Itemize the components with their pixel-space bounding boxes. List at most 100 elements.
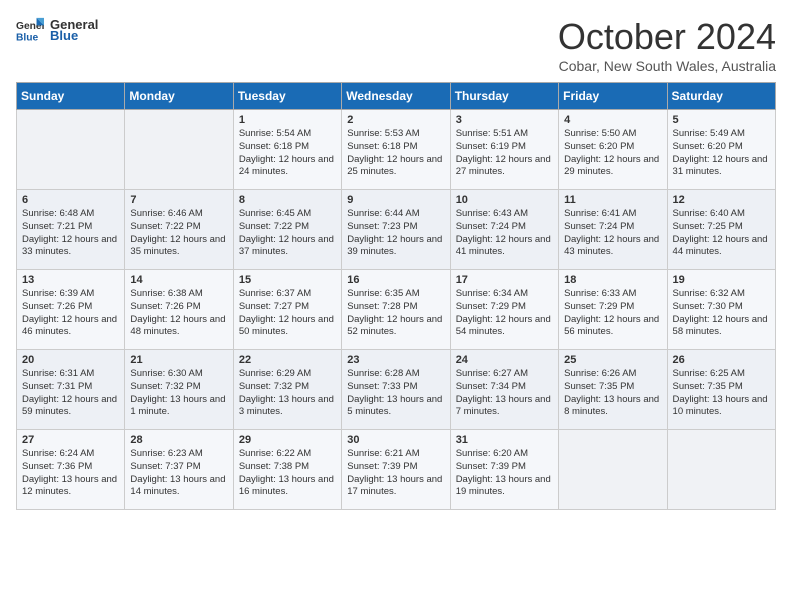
calendar-cell: 10 Sunrise: 6:43 AM Sunset: 7:24 PM Dayli…: [450, 190, 558, 270]
cell-content: Sunrise: 5:54 AM Sunset: 6:18 PM Dayligh…: [239, 128, 336, 179]
cell-content: Sunrise: 6:35 AM Sunset: 7:28 PM Dayligh…: [347, 288, 444, 339]
location-subtitle: Cobar, New South Wales, Australia: [558, 58, 776, 74]
day-number: 26: [673, 354, 770, 366]
cell-content: Sunrise: 6:40 AM Sunset: 7:25 PM Dayligh…: [673, 208, 770, 259]
day-number: 7: [130, 194, 227, 206]
cell-content: Sunrise: 6:48 AM Sunset: 7:21 PM Dayligh…: [22, 208, 119, 259]
calendar-cell: 23Sunrise: 6:28 AM Sunset: 7:33 PM Dayli…: [342, 350, 450, 430]
calendar-cell: 9 Sunrise: 6:44 AM Sunset: 7:23 PM Daylig…: [342, 190, 450, 270]
calendar-week-row: 1 Sunrise: 5:54 AM Sunset: 6:18 PM Daylig…: [17, 110, 776, 190]
calendar-cell: 1 Sunrise: 5:54 AM Sunset: 6:18 PM Daylig…: [233, 110, 341, 190]
cell-content: Sunrise: 5:50 AM Sunset: 6:20 PM Dayligh…: [564, 128, 661, 179]
calendar-cell: 5 Sunrise: 5:49 AM Sunset: 6:20 PM Daylig…: [667, 110, 775, 190]
cell-content: Sunrise: 6:26 AM Sunset: 7:35 PM Dayligh…: [564, 368, 661, 419]
calendar-cell: 21Sunrise: 6:30 AM Sunset: 7:32 PM Dayli…: [125, 350, 233, 430]
col-header-tuesday: Tuesday: [233, 83, 341, 110]
calendar-cell: 4 Sunrise: 5:50 AM Sunset: 6:20 PM Daylig…: [559, 110, 667, 190]
calendar-cell: 2Sunrise: 5:53 AM Sunset: 6:18 PM Daylig…: [342, 110, 450, 190]
month-title: October 2024: [558, 16, 776, 58]
day-number: 22: [239, 354, 336, 366]
day-number: 18: [564, 274, 661, 286]
day-number: 3: [456, 114, 553, 126]
calendar-cell: 28 Sunrise: 6:23 AM Sunset: 7:37 PM Dayli…: [125, 430, 233, 510]
calendar-cell: 8 Sunrise: 6:45 AM Sunset: 7:22 PM Daylig…: [233, 190, 341, 270]
calendar-cell: 31 Sunrise: 6:20 AM Sunset: 7:39 PM Dayli…: [450, 430, 558, 510]
day-number: 15: [239, 274, 336, 286]
calendar-cell: 26Sunrise: 6:25 AM Sunset: 7:35 PM Dayli…: [667, 350, 775, 430]
calendar-cell: [17, 110, 125, 190]
calendar-cell: 24Sunrise: 6:27 AM Sunset: 7:34 PM Dayli…: [450, 350, 558, 430]
calendar-cell: 22 Sunrise: 6:29 AM Sunset: 7:32 PM Dayli…: [233, 350, 341, 430]
calendar-week-row: 20 Sunrise: 6:31 AM Sunset: 7:31 PM Dayli…: [17, 350, 776, 430]
cell-content: Sunrise: 6:28 AM Sunset: 7:33 PM Dayligh…: [347, 368, 444, 419]
col-header-monday: Monday: [125, 83, 233, 110]
calendar-cell: [667, 430, 775, 510]
day-number: 12: [673, 194, 770, 206]
cell-content: Sunrise: 6:39 AM Sunset: 7:26 PM Dayligh…: [22, 288, 119, 339]
cell-content: Sunrise: 6:44 AM Sunset: 7:23 PM Dayligh…: [347, 208, 444, 259]
calendar-cell: 16 Sunrise: 6:35 AM Sunset: 7:28 PM Dayli…: [342, 270, 450, 350]
calendar-cell: 12 Sunrise: 6:40 AM Sunset: 7:25 PM Dayli…: [667, 190, 775, 270]
title-block: October 2024 Cobar, New South Wales, Aus…: [558, 16, 776, 74]
day-number: 2: [347, 114, 444, 126]
cell-content: Sunrise: 6:43 AM Sunset: 7:24 PM Dayligh…: [456, 208, 553, 259]
col-header-wednesday: Wednesday: [342, 83, 450, 110]
cell-content: Sunrise: 6:33 AM Sunset: 7:29 PM Dayligh…: [564, 288, 661, 339]
calendar-cell: [125, 110, 233, 190]
cell-content: Sunrise: 6:29 AM Sunset: 7:32 PM Dayligh…: [239, 368, 336, 419]
day-number: 4: [564, 114, 661, 126]
calendar-week-row: 13 Sunrise: 6:39 AM Sunset: 7:26 PM Dayli…: [17, 270, 776, 350]
day-number: 1: [239, 114, 336, 126]
cell-content: Sunrise: 5:51 AM Sunset: 6:19 PM Dayligh…: [456, 128, 553, 179]
day-number: 11: [564, 194, 661, 206]
calendar-cell: 20 Sunrise: 6:31 AM Sunset: 7:31 PM Dayli…: [17, 350, 125, 430]
calendar-body: 1 Sunrise: 5:54 AM Sunset: 6:18 PM Daylig…: [17, 110, 776, 510]
day-number: 9: [347, 194, 444, 206]
day-number: 20: [22, 354, 119, 366]
col-header-saturday: Saturday: [667, 83, 775, 110]
cell-content: Sunrise: 6:34 AM Sunset: 7:29 PM Dayligh…: [456, 288, 553, 339]
col-header-thursday: Thursday: [450, 83, 558, 110]
calendar-week-row: 6 Sunrise: 6:48 AM Sunset: 7:21 PM Daylig…: [17, 190, 776, 270]
day-number: 10: [456, 194, 553, 206]
calendar-cell: 30Sunrise: 6:21 AM Sunset: 7:39 PM Dayli…: [342, 430, 450, 510]
calendar-table: SundayMondayTuesdayWednesdayThursdayFrid…: [16, 82, 776, 510]
day-number: 14: [130, 274, 227, 286]
calendar-cell: 27Sunrise: 6:24 AM Sunset: 7:36 PM Dayli…: [17, 430, 125, 510]
cell-content: Sunrise: 6:31 AM Sunset: 7:31 PM Dayligh…: [22, 368, 119, 419]
calendar-cell: 14Sunrise: 6:38 AM Sunset: 7:26 PM Dayli…: [125, 270, 233, 350]
cell-content: Sunrise: 6:41 AM Sunset: 7:24 PM Dayligh…: [564, 208, 661, 259]
calendar-cell: 15Sunrise: 6:37 AM Sunset: 7:27 PM Dayli…: [233, 270, 341, 350]
cell-content: Sunrise: 5:49 AM Sunset: 6:20 PM Dayligh…: [673, 128, 770, 179]
svg-text:Blue: Blue: [16, 32, 39, 43]
cell-content: Sunrise: 6:22 AM Sunset: 7:38 PM Dayligh…: [239, 448, 336, 499]
day-number: 30: [347, 434, 444, 446]
cell-content: Sunrise: 6:46 AM Sunset: 7:22 PM Dayligh…: [130, 208, 227, 259]
calendar-cell: 13 Sunrise: 6:39 AM Sunset: 7:26 PM Dayli…: [17, 270, 125, 350]
cell-content: Sunrise: 6:20 AM Sunset: 7:39 PM Dayligh…: [456, 448, 553, 499]
day-number: 25: [564, 354, 661, 366]
calendar-cell: 3 Sunrise: 5:51 AM Sunset: 6:19 PM Daylig…: [450, 110, 558, 190]
calendar-cell: [559, 430, 667, 510]
page-header: General Blue General Blue October 2024 C…: [16, 16, 776, 74]
calendar-cell: 29Sunrise: 6:22 AM Sunset: 7:38 PM Dayli…: [233, 430, 341, 510]
calendar-cell: 19 Sunrise: 6:32 AM Sunset: 7:30 PM Dayli…: [667, 270, 775, 350]
cell-content: Sunrise: 6:27 AM Sunset: 7:34 PM Dayligh…: [456, 368, 553, 419]
day-number: 13: [22, 274, 119, 286]
day-number: 19: [673, 274, 770, 286]
logo: General Blue General Blue: [16, 16, 98, 44]
day-number: 5: [673, 114, 770, 126]
day-number: 6: [22, 194, 119, 206]
day-number: 31: [456, 434, 553, 446]
day-number: 16: [347, 274, 444, 286]
calendar-cell: 6 Sunrise: 6:48 AM Sunset: 7:21 PM Daylig…: [17, 190, 125, 270]
calendar-cell: 25 Sunrise: 6:26 AM Sunset: 7:35 PM Dayli…: [559, 350, 667, 430]
calendar-cell: 7 Sunrise: 6:46 AM Sunset: 7:22 PM Daylig…: [125, 190, 233, 270]
cell-content: Sunrise: 6:32 AM Sunset: 7:30 PM Dayligh…: [673, 288, 770, 339]
day-number: 8: [239, 194, 336, 206]
cell-content: Sunrise: 6:45 AM Sunset: 7:22 PM Dayligh…: [239, 208, 336, 259]
calendar-header-row: SundayMondayTuesdayWednesdayThursdayFrid…: [17, 83, 776, 110]
day-number: 28: [130, 434, 227, 446]
col-header-sunday: Sunday: [17, 83, 125, 110]
cell-content: Sunrise: 6:23 AM Sunset: 7:37 PM Dayligh…: [130, 448, 227, 499]
